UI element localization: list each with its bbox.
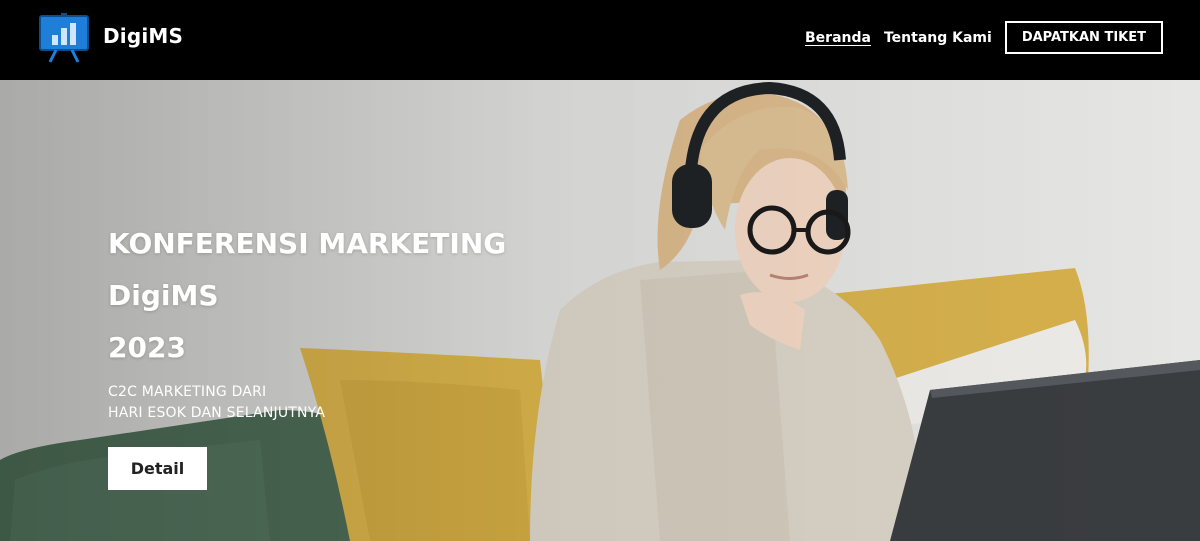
brand-name[interactable]: DigiMS	[103, 24, 183, 48]
presentation-board-icon[interactable]	[38, 13, 90, 63]
detail-button[interactable]: Detail	[108, 447, 207, 490]
hero-subtitle-line-2: HARI ESOK DAN SELANJUTNYA	[108, 405, 326, 421]
nav-link-beranda[interactable]: Beranda	[805, 30, 871, 46]
nav-link-tentang-kami[interactable]: Tentang Kami	[884, 30, 992, 46]
hero-title-line-3: 2023	[108, 331, 186, 364]
hero-content: KONFERENSI MARKETING DigiMS 2023 C2C MAR…	[108, 218, 506, 490]
hero-subtitle: C2C MARKETING DARI HARI ESOK DAN SELANJU…	[108, 382, 506, 424]
hero-title-line-1: KONFERENSI MARKETING	[108, 227, 507, 260]
hero-section: KONFERENSI MARKETING DigiMS 2023 C2C MAR…	[0, 80, 1200, 541]
hero-subtitle-line-1: C2C MARKETING DARI	[108, 384, 267, 400]
top-navbar: DigiMS Beranda Tentang Kami DAPATKAN TIK…	[0, 0, 1200, 80]
get-ticket-button[interactable]: DAPATKAN TIKET	[1004, 21, 1163, 54]
hero-title-line-2: DigiMS	[108, 279, 219, 312]
main-nav: Beranda Tentang Kami DAPATKAN TIKET	[805, 21, 1163, 54]
